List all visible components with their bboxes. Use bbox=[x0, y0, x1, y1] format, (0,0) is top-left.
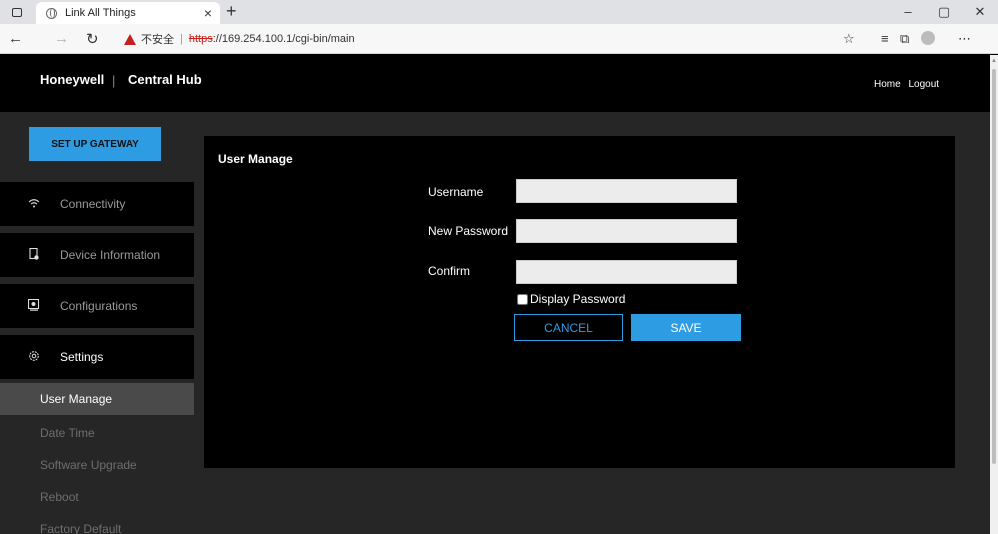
brand-divider: | bbox=[112, 73, 116, 88]
header-links: Home Logout bbox=[874, 79, 944, 90]
save-button[interactable]: SAVE bbox=[631, 314, 741, 341]
tab-title: Link All Things bbox=[65, 7, 136, 19]
home-link[interactable]: Home bbox=[874, 79, 901, 90]
confirm-label: Confirm bbox=[428, 264, 471, 278]
sidebar-subitem-software-upgrade[interactable]: Software Upgrade bbox=[0, 449, 194, 481]
sidebar-item-label: Settings bbox=[60, 350, 104, 364]
display-password-checkbox[interactable] bbox=[517, 293, 528, 305]
page-scrollbar[interactable]: ▲ bbox=[990, 55, 998, 534]
panel-title: User Manage bbox=[218, 152, 293, 166]
scrollbar-thumb[interactable] bbox=[992, 69, 996, 464]
display-password-label: Display Password bbox=[530, 292, 626, 306]
address-bar: ← → ↻ 不安全 | https://169.254.100.1/cgi-bi… bbox=[0, 24, 998, 54]
sidebar-subitem-reboot[interactable]: Reboot bbox=[0, 481, 194, 513]
sidebar-item-configurations[interactable]: Configurations bbox=[0, 284, 194, 328]
window-controls: – ▢ ✕ bbox=[890, 0, 998, 24]
brand-logo: Honeywell bbox=[40, 72, 105, 87]
cancel-button[interactable]: CANCEL bbox=[514, 314, 623, 341]
product-title: Central Hub bbox=[128, 72, 202, 87]
globe-icon bbox=[46, 7, 57, 19]
sidebar-item-connectivity[interactable]: Connectivity bbox=[0, 182, 194, 226]
favorites-icon[interactable]: ≡ bbox=[881, 31, 889, 46]
tab-actions-icon[interactable] bbox=[8, 4, 26, 20]
sidebar-item-device-information[interactable]: Device Information bbox=[0, 233, 194, 277]
minimize-button[interactable]: – bbox=[890, 0, 926, 24]
security-label[interactable]: 不安全 bbox=[141, 31, 174, 47]
profile-icon[interactable] bbox=[921, 31, 935, 45]
sidebar-subitem-factory-default[interactable]: Factory Default bbox=[0, 513, 194, 534]
collections-icon[interactable]: ⧉ bbox=[900, 31, 909, 47]
sidebar-subitem-date-time[interactable]: Date Time bbox=[0, 417, 194, 449]
wifi-icon bbox=[27, 197, 41, 211]
warning-icon bbox=[124, 33, 136, 45]
setup-gateway-button[interactable]: SET UP GATEWAY bbox=[29, 127, 161, 161]
new-password-input[interactable] bbox=[516, 219, 737, 243]
user-manage-panel: User Manage Username New Password Confir… bbox=[204, 136, 955, 468]
device-icon bbox=[27, 247, 41, 263]
username-label: Username bbox=[428, 185, 484, 199]
more-icon[interactable]: ⋯ bbox=[958, 31, 971, 47]
new-tab-button[interactable]: + bbox=[226, 2, 237, 20]
sidebar-subitem-user-manage[interactable]: User Manage bbox=[0, 383, 194, 415]
sidebar-item-label: Device Information bbox=[60, 248, 161, 262]
page-content: Honeywell | Central Hub Home Logout SET … bbox=[0, 55, 998, 534]
sidebar-item-label: Connectivity bbox=[60, 197, 126, 211]
username-input[interactable] bbox=[516, 179, 737, 203]
confirm-password-input[interactable] bbox=[516, 260, 737, 284]
sidebar-item-label: Configurations bbox=[60, 299, 138, 313]
browser-tab[interactable]: Link All Things × bbox=[36, 2, 220, 24]
refresh-icon[interactable]: ↻ bbox=[86, 30, 99, 48]
browser-tab-bar: Link All Things × + – ▢ ✕ bbox=[0, 0, 998, 24]
restore-button[interactable]: ▢ bbox=[926, 0, 962, 24]
back-icon[interactable]: ← bbox=[8, 30, 23, 47]
url-path: ://169.254.100.1/cgi-bin/main bbox=[212, 33, 355, 45]
sidebar-item-settings[interactable]: Settings bbox=[0, 335, 194, 379]
config-icon bbox=[27, 298, 41, 314]
site-header: Honeywell | Central Hub Home Logout bbox=[0, 55, 990, 112]
logout-link[interactable]: Logout bbox=[908, 79, 939, 90]
address-separator: | bbox=[180, 33, 183, 45]
url-protocol: https bbox=[188, 33, 213, 45]
display-password-option[interactable]: Display Password bbox=[517, 292, 625, 306]
new-password-label: New Password bbox=[428, 224, 509, 238]
close-window-button[interactable]: ✕ bbox=[962, 0, 998, 24]
scroll-up-icon[interactable]: ▲ bbox=[991, 58, 997, 64]
favorite-add-icon[interactable]: ☆ bbox=[843, 31, 855, 47]
tab-close-icon[interactable]: × bbox=[204, 5, 212, 21]
forward-icon[interactable]: → bbox=[54, 30, 69, 47]
url-field[interactable]: 不安全 | https://169.254.100.1/cgi-bin/main bbox=[124, 31, 355, 47]
settings-icon bbox=[27, 350, 41, 365]
